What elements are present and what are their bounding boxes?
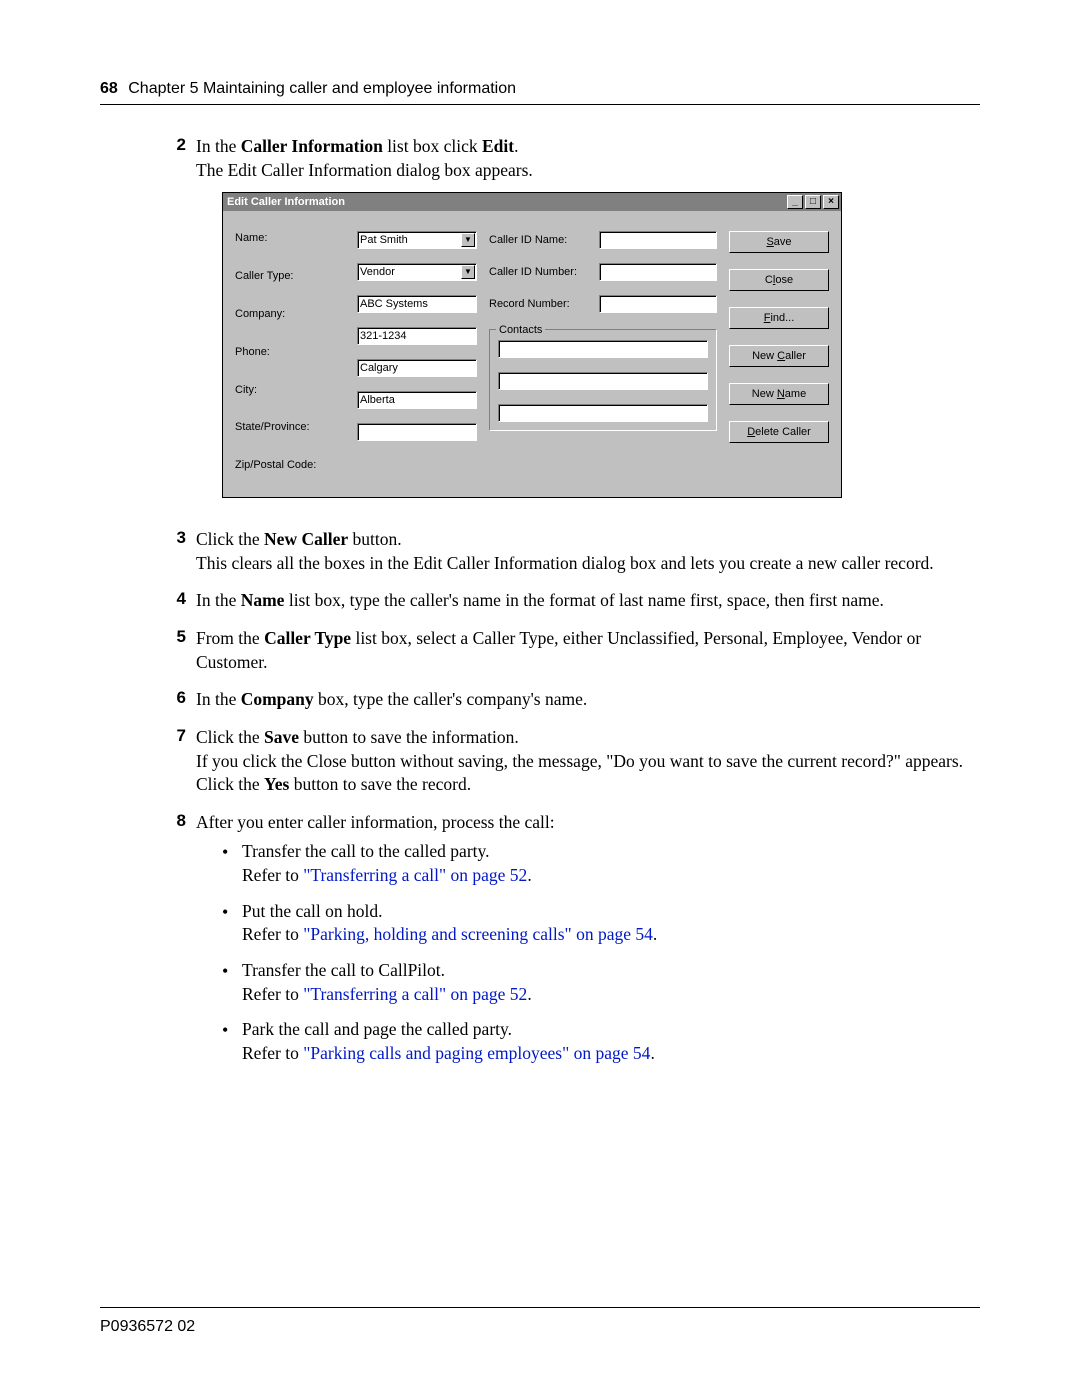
dialog-title: Edit Caller Information xyxy=(227,195,785,210)
close-button[interactable]: Close xyxy=(729,269,829,291)
new-name-button[interactable]: New Name xyxy=(729,383,829,405)
phone-field[interactable]: 321-1234 xyxy=(357,327,477,345)
chapter-title: Chapter 5 Maintaining caller and employe… xyxy=(128,80,516,97)
company-label: Company: xyxy=(235,307,345,322)
caller-id-number-label: Caller ID Number: xyxy=(489,265,587,280)
page-header: 68 Chapter 5 Maintaining caller and empl… xyxy=(100,80,980,98)
step-body: After you enter caller information, proc… xyxy=(196,811,980,1078)
step-number: 5 xyxy=(160,627,186,674)
edit-caller-dialog: Edit Caller Information _ □ × Name: Call… xyxy=(222,192,842,498)
new-caller-button[interactable]: New Caller xyxy=(729,345,829,367)
caller-type-label: Caller Type: xyxy=(235,269,345,284)
caller-id-number-field[interactable] xyxy=(599,263,717,281)
city-label: City: xyxy=(235,383,345,398)
step-body: Click the Save button to save the inform… xyxy=(196,726,980,797)
link-transferring-call[interactable]: "Transferring a call" on page 52 xyxy=(303,865,527,885)
bullet-item: Transfer the call to the called party. R… xyxy=(222,840,980,887)
page-footer: P0936572 02 xyxy=(100,1307,980,1336)
company-field[interactable]: ABC Systems xyxy=(357,295,477,313)
step-body: In the Caller Information list box click… xyxy=(196,135,980,514)
maximize-icon[interactable]: □ xyxy=(805,195,821,209)
caller-id-name-field[interactable] xyxy=(599,231,717,249)
chevron-down-icon[interactable]: ▼ xyxy=(461,233,475,247)
state-field[interactable]: Alberta xyxy=(357,391,477,409)
zip-field[interactable] xyxy=(357,423,477,441)
step-number: 3 xyxy=(160,528,186,575)
contact1-field[interactable] xyxy=(498,340,708,358)
doc-id: P0936572 02 xyxy=(100,1318,195,1335)
header-rule xyxy=(100,104,980,105)
chevron-down-icon[interactable]: ▼ xyxy=(461,265,475,279)
step-number: 4 xyxy=(160,589,186,613)
caller-type-field[interactable]: Vendor▼ xyxy=(357,263,477,281)
minimize-icon[interactable]: _ xyxy=(787,195,803,209)
zip-label: Zip/Postal Code: xyxy=(235,458,345,473)
link-parking-holding[interactable]: "Parking, holding and screening calls" o… xyxy=(303,924,653,944)
step-number: 7 xyxy=(160,726,186,797)
city-field[interactable]: Calgary xyxy=(357,359,477,377)
contacts-group: Contacts xyxy=(489,329,717,431)
dialog-titlebar[interactable]: Edit Caller Information _ □ × xyxy=(223,193,841,211)
delete-caller-button[interactable]: Delete Caller xyxy=(729,421,829,443)
find-button[interactable]: Find... xyxy=(729,307,829,329)
record-number-label: Record Number: xyxy=(489,297,587,312)
step-number: 8 xyxy=(160,811,186,1078)
bullet-item: Put the call on hold. Refer to "Parking,… xyxy=(222,900,980,947)
bullet-item: Transfer the call to CallPilot. Refer to… xyxy=(222,959,980,1006)
close-icon[interactable]: × xyxy=(823,195,839,209)
step-body: From the Caller Type list box, select a … xyxy=(196,627,980,674)
record-number-field[interactable] xyxy=(599,295,717,313)
step-body: In the Company box, type the caller's co… xyxy=(196,688,980,712)
bullet-item: Park the call and page the called party.… xyxy=(222,1018,980,1065)
phone-label: Phone: xyxy=(235,345,345,360)
contacts-legend: Contacts xyxy=(496,323,545,338)
step-body: In the Name list box, type the caller's … xyxy=(196,589,980,613)
page-number: 68 xyxy=(100,80,118,97)
contact3-field[interactable] xyxy=(498,404,708,422)
state-label: State/Province: xyxy=(235,420,345,435)
link-transferring-call-2[interactable]: "Transferring a call" on page 52 xyxy=(303,984,527,1004)
name-label: Name: xyxy=(235,231,345,246)
link-parking-paging[interactable]: "Parking calls and paging employees" on … xyxy=(303,1043,650,1063)
caller-id-name-label: Caller ID Name: xyxy=(489,233,587,248)
step-number: 2 xyxy=(160,135,186,514)
step-number: 6 xyxy=(160,688,186,712)
contact2-field[interactable] xyxy=(498,372,708,390)
step-body: Click the New Caller button. This clears… xyxy=(196,528,980,575)
save-button[interactable]: Save xyxy=(729,231,829,253)
name-field[interactable]: Pat Smith▼ xyxy=(357,231,477,249)
